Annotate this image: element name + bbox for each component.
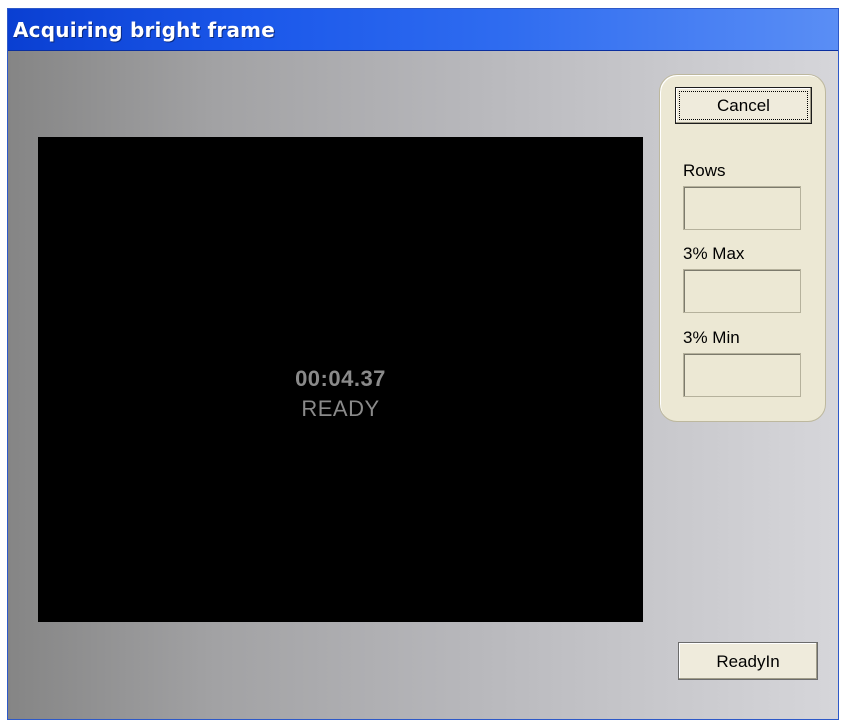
rows-label: Rows [683, 161, 726, 180]
dialog-window: Acquiring bright frame 00:04.37 READY Ca… [7, 8, 839, 720]
video-preview: 00:04.37 READY [38, 137, 643, 622]
max-3-percent-field [683, 269, 801, 313]
min-3-percent-label: 3% Min [683, 328, 740, 347]
readyin-button-label: ReadyIn [716, 652, 780, 671]
max-3-percent-label: 3% Max [683, 244, 745, 263]
dialog-client-area: 00:04.37 READY Cancel Rows 3% Max 3% Min… [8, 51, 838, 719]
window-title: Acquiring bright frame [13, 18, 275, 42]
title-bar[interactable]: Acquiring bright frame [8, 9, 838, 51]
acquisition-status: READY [301, 396, 380, 421]
min-3-percent-field [683, 353, 801, 397]
cancel-button[interactable]: Cancel [675, 87, 812, 124]
elapsed-timer: 00:04.37 [295, 366, 386, 391]
cancel-button-label: Cancel [717, 96, 770, 115]
stats-panel: Cancel Rows 3% Max 3% Min [659, 74, 826, 422]
rows-field [683, 186, 801, 230]
readyin-button[interactable]: ReadyIn [678, 642, 818, 680]
